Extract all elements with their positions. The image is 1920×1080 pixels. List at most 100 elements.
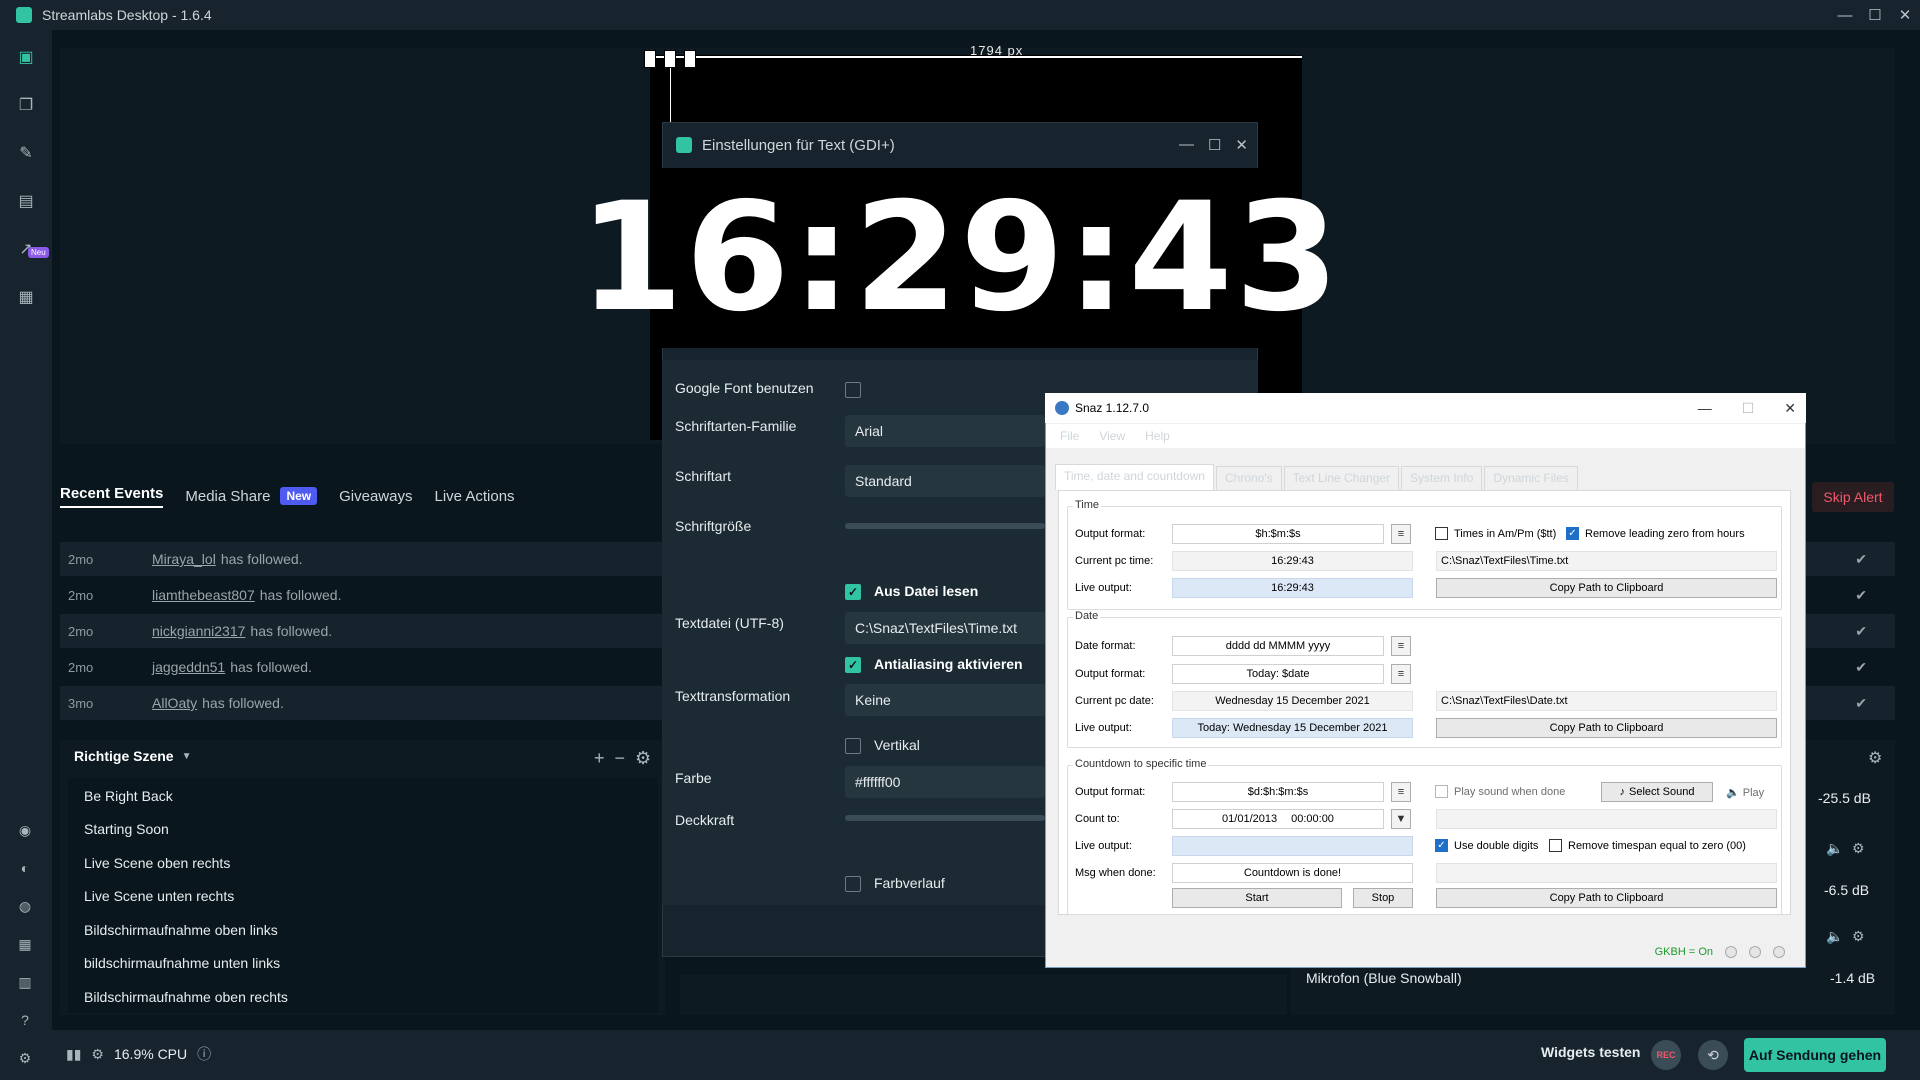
menu-help[interactable]: Help (1145, 429, 1170, 443)
event-user-link[interactable]: liamthebeast807 (152, 587, 255, 603)
add-scene-icon[interactable]: + (594, 748, 605, 769)
status-circle-icon[interactable] (1749, 946, 1761, 958)
close-button[interactable]: ✕ (1235, 136, 1248, 154)
menu-file[interactable]: File (1060, 429, 1079, 443)
double-digits-checkbox[interactable]: ✓ (1435, 839, 1448, 852)
tab-dynamic-files[interactable]: Dynamic Files (1484, 466, 1578, 490)
alert-box-icon[interactable]: ◐ (15, 858, 35, 878)
stop-button[interactable]: Stop (1353, 888, 1413, 908)
countdown-copy-path-button[interactable]: Copy Path to Clipboard (1436, 888, 1777, 908)
resize-handle-center[interactable] (664, 50, 676, 68)
countdown-output-format-input[interactable]: $d:$h:$m:$s (1172, 782, 1384, 802)
maximize-button[interactable]: ☐ (1742, 400, 1755, 417)
play-sound-checkbox[interactable] (1435, 785, 1448, 798)
format-picker-icon[interactable]: ≡ (1391, 664, 1411, 684)
color-input[interactable]: #ffffff00 (845, 766, 1045, 798)
event-user-link[interactable]: jaggeddn51 (152, 659, 225, 675)
themes-icon[interactable]: ❐ (15, 94, 37, 116)
text-file-input[interactable]: C:\Snaz\TextFiles\Time.txt (845, 612, 1045, 644)
check-icon[interactable]: ✔ (1855, 587, 1867, 604)
minimize-button[interactable]: — (1830, 0, 1860, 30)
settings-icon[interactable]: ⚙ (15, 1048, 35, 1068)
check-icon[interactable]: ✔ (1855, 659, 1867, 676)
tab-live-actions[interactable]: Live Actions (434, 488, 514, 505)
record-button[interactable]: REC (1651, 1040, 1681, 1070)
read-file-checkbox[interactable]: ✓ (845, 584, 861, 600)
status-circle-icon[interactable] (1725, 946, 1737, 958)
status-circle-icon[interactable] (1773, 946, 1785, 958)
check-icon[interactable]: ✔ (1855, 623, 1867, 640)
format-picker-icon[interactable]: ≡ (1391, 524, 1411, 544)
font-size-slider[interactable] (845, 523, 1045, 529)
tab-recent-events[interactable]: Recent Events (60, 485, 164, 508)
go-live-button[interactable]: Auf Sendung gehen (1744, 1038, 1886, 1072)
resize-handle-right[interactable] (684, 50, 696, 68)
scene-collection-selector[interactable]: Richtige Szene ▼ (74, 748, 192, 764)
count-to-input[interactable]: 01/01/2013 00:00:00 (1172, 809, 1384, 829)
remove-scene-icon[interactable]: − (615, 748, 626, 769)
tab-text-line-changer[interactable]: Text Line Changer (1283, 466, 1400, 490)
skip-alert-button[interactable]: Skip Alert (1812, 482, 1894, 512)
transform-select[interactable]: Keine (845, 684, 1045, 716)
close-button[interactable]: ✕ (1784, 400, 1796, 417)
maximize-button[interactable]: ☐ (1208, 136, 1221, 154)
format-picker-icon[interactable]: ≡ (1391, 636, 1411, 656)
google-font-checkbox[interactable] (845, 382, 861, 398)
resize-handle-left[interactable] (644, 50, 656, 68)
time-copy-path-button[interactable]: Copy Path to Clipboard (1436, 578, 1777, 598)
date-format-input[interactable]: dddd dd MMMM yyyy (1172, 636, 1384, 656)
tab-time-date-countdown[interactable]: Time, date and countdown (1055, 464, 1214, 490)
menu-view[interactable]: View (1099, 429, 1125, 443)
gear-icon[interactable]: ⚙ (1852, 928, 1865, 945)
scene-item[interactable]: Bildschirmaufnahme oben links (68, 913, 658, 946)
studio-mode-icon[interactable]: ▥ (15, 972, 35, 992)
calendar-dropdown-icon[interactable]: ▼ (1391, 809, 1411, 829)
event-user-link[interactable]: AllOaty (152, 695, 197, 711)
tools-icon[interactable]: ✎ (15, 142, 37, 164)
format-picker-icon[interactable]: ≡ (1391, 782, 1411, 802)
help-icon[interactable]: ? (15, 1010, 35, 1030)
date-copy-path-button[interactable]: Copy Path to Clipboard (1436, 718, 1777, 738)
tab-chronos[interactable]: Chrono's (1215, 466, 1282, 490)
date-output-format-input[interactable]: Today: $date (1172, 664, 1384, 684)
time-output-format-input[interactable]: $h:$m:$s (1172, 524, 1384, 544)
event-user-link[interactable]: nickgianni2317 (152, 623, 245, 639)
gradient-checkbox[interactable] (845, 876, 861, 892)
remove-timespan-checkbox[interactable] (1549, 839, 1562, 852)
widgets-test-button[interactable]: Widgets testen (1541, 1044, 1640, 1060)
check-icon[interactable]: ✔ (1855, 695, 1867, 712)
tab-media-share[interactable]: Media Share (185, 488, 270, 505)
speaker-icon[interactable]: 🔈 (1826, 928, 1843, 945)
remove-zero-checkbox[interactable]: ✓ (1566, 527, 1579, 540)
check-icon[interactable]: ✔ (1855, 551, 1867, 568)
opacity-slider[interactable] (845, 815, 1045, 821)
stats-chart-icon[interactable]: ▮▮ (66, 1046, 81, 1063)
font-family-select[interactable]: Arial (845, 415, 1045, 447)
vertical-checkbox[interactable] (845, 738, 861, 754)
info-icon[interactable]: ⓘ (197, 1044, 211, 1064)
maximize-button[interactable]: ☐ (1860, 0, 1890, 30)
minimize-button[interactable]: — (1179, 136, 1194, 154)
font-select[interactable]: Standard (845, 465, 1045, 497)
layout-icon[interactable]: ▦ (15, 934, 35, 954)
scene-item[interactable]: Be Right Back (68, 779, 658, 812)
store-icon[interactable]: ▤ (15, 190, 37, 212)
msg-when-done-input[interactable]: Countdown is done! (1172, 863, 1413, 883)
replay-buffer-icon[interactable]: ⟲ (1698, 1040, 1728, 1070)
prime-icon[interactable]: ◉ (15, 820, 35, 840)
gear-icon[interactable]: ⚙ (1852, 840, 1865, 857)
mixer-settings-icon[interactable]: ⚙ (1868, 748, 1882, 768)
tab-giveaways[interactable]: Giveaways (339, 488, 412, 505)
speaker-icon[interactable]: 🔈 (1826, 840, 1843, 857)
antialias-checkbox[interactable]: ✓ (845, 657, 861, 673)
close-button[interactable]: ✕ (1890, 0, 1920, 30)
minimize-button[interactable]: — (1698, 400, 1712, 417)
start-button[interactable]: Start (1172, 888, 1342, 908)
scene-item[interactable]: bildschirmaufnahme unten links (68, 946, 658, 979)
scene-item[interactable]: Bildschirmaufnahme oben rechts (68, 980, 658, 1013)
scene-settings-icon[interactable]: ⚙ (635, 748, 651, 769)
scene-item[interactable]: Live Scene oben rechts (68, 846, 658, 879)
play-button[interactable]: 🔈 Play (1726, 786, 1764, 799)
scene-item[interactable]: Live Scene unten rechts (68, 879, 658, 912)
event-user-link[interactable]: Miraya_lol (152, 551, 216, 567)
